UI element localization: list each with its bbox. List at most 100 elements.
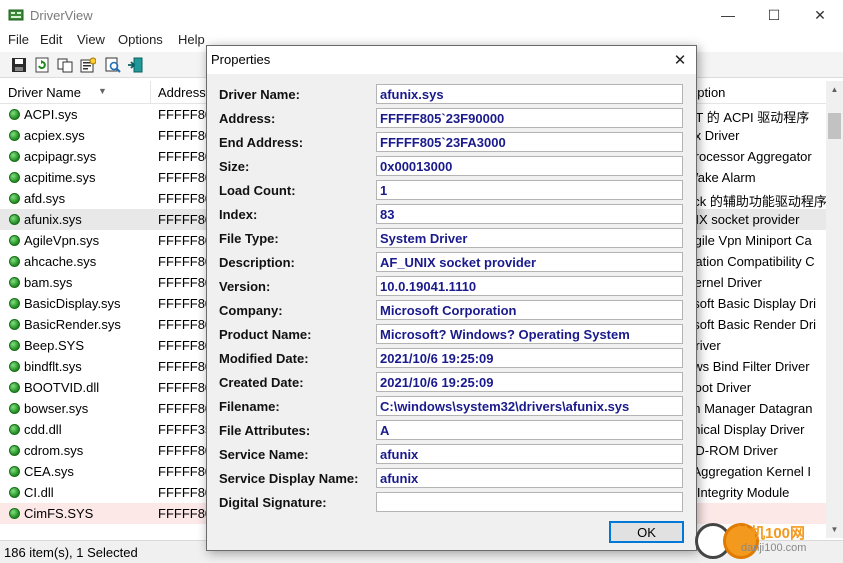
window-title: DriverView: [30, 8, 93, 23]
cell-address: FFFFF805: [158, 338, 206, 353]
cell-driver-name: bindflt.sys: [24, 359, 82, 374]
property-label: Filename:: [219, 399, 280, 414]
cell-description: Boot Driver: [686, 380, 752, 395]
driver-status-icon: [9, 487, 20, 498]
cell-description: onical Display Driver: [686, 422, 805, 437]
menu-edit[interactable]: Edit: [40, 32, 62, 47]
driver-status-icon: [9, 382, 20, 393]
scroll-up-icon[interactable]: ▲: [826, 81, 843, 98]
refresh-icon[interactable]: [32, 55, 52, 75]
property-label: Created Date:: [219, 375, 304, 390]
find-icon[interactable]: [103, 55, 123, 75]
watermark-text: 单机100网: [735, 525, 806, 542]
property-value-field[interactable]: 0x00013000: [376, 156, 683, 176]
cell-driver-name: CimFS.SYS: [24, 506, 94, 521]
menu-help[interactable]: Help: [178, 32, 205, 47]
vertical-scrollbar[interactable]: ▲ ▼: [826, 81, 843, 538]
cell-address: FFFFF805: [158, 443, 206, 458]
menu-view[interactable]: View: [77, 32, 105, 47]
cell-address: FFFFF805: [158, 128, 206, 143]
property-value-field[interactable]: 2021/10/6 19:25:09: [376, 348, 683, 368]
ok-button[interactable]: OK: [609, 521, 684, 543]
property-value-field[interactable]: Microsoft Corporation: [376, 300, 683, 320]
property-value-field[interactable]: FFFFF805`23FA3000: [376, 132, 683, 152]
cell-address: FFFFF805: [158, 506, 206, 521]
driver-status-icon: [9, 151, 20, 162]
exit-icon[interactable]: [125, 55, 145, 75]
property-label: Product Name:: [219, 327, 312, 342]
property-label: Service Display Name:: [219, 471, 359, 486]
cell-address: FFFFF805: [158, 233, 206, 248]
dialog-title: Properties: [211, 52, 271, 67]
driver-status-icon: [9, 508, 20, 519]
property-value-field[interactable]: 10.0.19041.1110: [376, 276, 683, 296]
cell-description: ication Compatibility C: [686, 254, 815, 269]
cell-description: osoft Basic Render Dri: [686, 317, 817, 332]
title-bar: DriverView — ☐ ✕: [0, 0, 843, 30]
property-label: End Address:: [219, 135, 304, 150]
cell-description: ock 的辅助功能驱动程序: [686, 194, 826, 209]
property-value-field[interactable]: System Driver: [376, 228, 683, 248]
cell-description: NIX socket provider: [686, 212, 800, 227]
save-icon[interactable]: [9, 55, 29, 75]
minimize-button[interactable]: —: [705, 0, 751, 30]
cell-address: FFFFF805: [158, 275, 206, 290]
column-divider[interactable]: [150, 81, 151, 103]
driver-status-icon: [9, 403, 20, 414]
property-value-field[interactable]: AF_UNIX socket provider: [376, 252, 683, 272]
cell-driver-name: BOOTVID.dll: [24, 380, 100, 395]
cell-description: osoft Basic Display Dri: [686, 296, 817, 311]
watermark-subtext: danji100.com: [741, 542, 807, 554]
cell-description: Processor Aggregator: [686, 149, 812, 164]
cell-address: FFFFF350: [158, 422, 206, 437]
properties-icon[interactable]: [78, 55, 98, 75]
property-value-field[interactable]: FFFFF805`23F90000: [376, 108, 683, 128]
cell-description: NT 的 ACPI 驱动程序: [686, 110, 810, 125]
column-driver-name[interactable]: Driver Name: [8, 85, 81, 100]
cell-address: FFFFF805: [158, 380, 206, 395]
property-value-field[interactable]: Microsoft? Windows? Operating System: [376, 324, 683, 344]
property-value-field[interactable]: 1: [376, 180, 683, 200]
cell-driver-name: afunix.sys: [24, 212, 82, 227]
driver-status-icon: [9, 172, 20, 183]
cell-driver-name: BasicDisplay.sys: [24, 296, 121, 311]
property-label: File Type:: [219, 231, 279, 246]
property-value-field[interactable]: afunix: [376, 468, 683, 488]
property-value-field[interactable]: A: [376, 420, 683, 440]
cell-description: Wake Alarm: [686, 170, 756, 185]
menu-options[interactable]: Options: [118, 32, 163, 47]
property-label: Address:: [219, 111, 276, 126]
cell-description: Agile Vpn Miniport Ca: [686, 233, 812, 248]
property-value-field[interactable]: afunix: [376, 444, 683, 464]
property-value-field[interactable]: 83: [376, 204, 683, 224]
cell-driver-name: Beep.SYS: [24, 338, 84, 353]
cell-description: an Manager Datagran: [686, 401, 813, 416]
cell-driver-name: bam.sys: [24, 275, 73, 290]
property-value-field[interactable]: afunix.sys: [376, 84, 683, 104]
dialog-close-button[interactable]: ✕: [667, 48, 693, 72]
property-value-field[interactable]: C:\windows\system32\drivers\afunix.sys: [376, 396, 683, 416]
scroll-thumb[interactable]: [828, 113, 841, 139]
cell-driver-name: BasicRender.sys: [24, 317, 121, 332]
property-value-field[interactable]: [376, 492, 683, 512]
property-value-field[interactable]: 2021/10/6 19:25:09: [376, 372, 683, 392]
cell-description: Ex Driver: [686, 128, 740, 143]
cell-driver-name: ACPI.sys: [24, 107, 78, 122]
property-label: Version:: [219, 279, 271, 294]
cell-description: Driver: [686, 338, 721, 353]
cell-description: CD-ROM Driver: [686, 443, 778, 458]
property-label: Load Count:: [219, 183, 296, 198]
cell-description: Kernel Driver: [686, 275, 762, 290]
status-text: 186 item(s), 1 Selected: [4, 545, 138, 560]
cell-address: FFFFF805: [158, 212, 206, 227]
cell-address: FFFFF805: [158, 107, 206, 122]
copy-icon[interactable]: [55, 55, 75, 75]
app-icon: [8, 9, 24, 21]
menu-file[interactable]: File: [8, 32, 29, 47]
close-button[interactable]: ✕: [797, 0, 843, 30]
driver-status-icon: [9, 277, 20, 288]
column-address[interactable]: Address: [158, 85, 206, 100]
driver-status-icon: [9, 193, 20, 204]
cell-description: t Aggregation Kernel I: [686, 464, 812, 479]
maximize-button[interactable]: ☐: [751, 0, 797, 30]
